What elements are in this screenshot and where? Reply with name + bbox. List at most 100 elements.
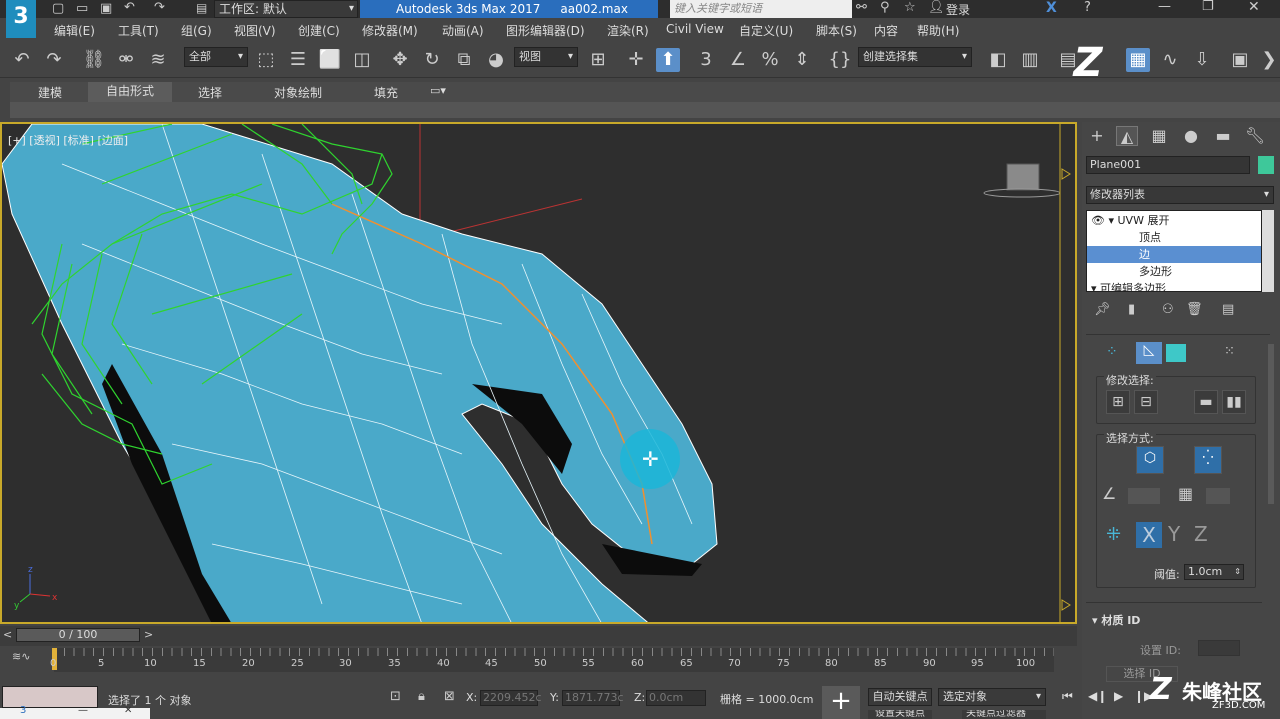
login-link[interactable]: 登录 <box>946 1 970 18</box>
edit-named-selection-icon[interactable]: {} <box>828 48 852 72</box>
angle-value-field[interactable] <box>1128 488 1160 504</box>
angle-snap-icon[interactable]: ∠ <box>726 48 750 72</box>
paint-select-icon[interactable]: ▦ <box>1178 484 1193 503</box>
stack-scrollbar[interactable] <box>1262 210 1274 292</box>
tab-selection[interactable]: 选择 <box>198 84 222 101</box>
pivot-center-icon[interactable]: ⊞ <box>586 48 610 72</box>
object-name-field[interactable]: Plane001 <box>1086 156 1250 174</box>
viewport-perspective[interactable]: ✛ z x y [+] [透视] [标准] [边面] <box>0 122 1077 624</box>
redo-icon[interactable]: ↷ <box>42 48 66 72</box>
reference-coordinate-dropdown[interactable]: 视图 <box>514 47 578 67</box>
selection-filter-dropdown[interactable]: 全部 <box>184 47 248 67</box>
help-icon[interactable]: ? <box>1084 0 1091 15</box>
undo-icon[interactable]: ↶ <box>124 0 135 15</box>
expand-icon[interactable]: ▾ <box>1108 214 1114 227</box>
close-icon[interactable]: ✕ <box>1248 0 1260 15</box>
curve-editor-icon[interactable]: ∿ <box>1158 48 1182 72</box>
modify-tab-icon[interactable]: ◭ <box>1116 126 1138 146</box>
keyboard-shortcut-override-icon[interactable]: ⬆ <box>656 48 680 72</box>
x-coord-field[interactable]: 2209.452c <box>480 690 542 706</box>
time-slider[interactable]: 0 / 100 <box>16 628 140 642</box>
taskbar-window-preview[interactable]: 3 — ✕ <box>0 705 150 719</box>
shrink-selection-icon[interactable]: ⊟ <box>1134 390 1158 414</box>
exchange-icon[interactable]: X <box>1046 0 1057 16</box>
new-file-icon[interactable]: ▢ <box>52 1 64 16</box>
star-icon[interactable]: ☆ <box>904 0 916 15</box>
viewport-label[interactable]: [+] [透视] [标准] [边面] <box>8 132 128 148</box>
scale-icon[interactable]: ⧉ <box>452 48 476 72</box>
spinner-snap-icon[interactable]: ⇕ <box>790 48 814 72</box>
menu-edit[interactable]: 编辑(E) <box>54 22 95 39</box>
ring-selection-icon[interactable]: ▮▮ <box>1222 390 1246 414</box>
display-tab-icon[interactable]: ▬ <box>1212 126 1234 146</box>
paint-size-field[interactable] <box>1206 488 1230 504</box>
select-manipulate-icon[interactable]: ✛ <box>624 48 648 72</box>
search-input[interactable]: 键入关键字或短语 <box>670 0 852 18</box>
select-by-element-icon[interactable]: ⬡ <box>1136 446 1164 474</box>
stack-item-uvw-unwrap[interactable]: 👁︎ ▾ UVW 展开 <box>1087 212 1261 229</box>
bind-spacewarp-icon[interactable]: ≋ <box>146 48 170 72</box>
next-frame-icon[interactable]: > <box>144 628 153 641</box>
menu-modifiers[interactable]: 修改器(M) <box>362 22 418 39</box>
rotate-icon[interactable]: ↻ <box>420 48 444 72</box>
pin-stack-icon[interactable]: 📌︎ <box>1094 302 1111 317</box>
link-icon[interactable]: ⛓ <box>82 48 106 72</box>
material-id-rollout[interactable]: ▾ 材质 ID <box>1092 612 1140 628</box>
auto-key-button[interactable]: 自动关键点 <box>868 688 932 706</box>
menu-create[interactable]: 创建(C) <box>298 22 340 39</box>
menu-views[interactable]: 视图(V) <box>234 22 276 39</box>
stack-item-editable-poly[interactable]: ▾ 可编辑多边形 <box>1087 280 1261 291</box>
eye-icon[interactable]: 👁︎ <box>1091 214 1105 227</box>
schematic-view-icon[interactable]: ⇩ <box>1190 48 1214 72</box>
set-key-button[interactable]: 设置关键点 <box>868 710 932 719</box>
mirror-icon[interactable]: ◧ <box>986 48 1010 72</box>
placement-icon[interactable]: ◕ <box>484 48 508 72</box>
save-icon[interactable]: ▣ <box>100 1 112 16</box>
percent-snap-icon[interactable]: % <box>758 48 782 72</box>
object-color-swatch[interactable] <box>1258 156 1274 174</box>
tab-modeling[interactable]: 建模 <box>38 84 62 101</box>
key-filters-button[interactable]: 关键点过滤器 <box>962 710 1046 719</box>
menu-group[interactable]: 组(G) <box>181 22 212 39</box>
restore-icon[interactable]: ❐ <box>1202 0 1214 14</box>
menu-rendering[interactable]: 渲染(R) <box>607 22 649 39</box>
motion-tab-icon[interactable]: ● <box>1180 126 1202 146</box>
workspace-dropdown[interactable]: 工作区: 默认 ▾ <box>214 0 358 18</box>
menu-scripting[interactable]: 脚本(S) <box>816 22 857 39</box>
minimize-icon[interactable]: — <box>1158 0 1171 14</box>
threshold-spinner[interactable]: 1.0cm ⇕ <box>1184 564 1244 580</box>
select-by-angle-icon[interactable]: ∠ <box>1102 484 1116 503</box>
utilities-tab-icon[interactable]: 🔧︎ <box>1244 126 1266 146</box>
y-coord-field[interactable]: 1871.773c <box>562 690 624 706</box>
go-to-start-icon[interactable]: ⏮ <box>1062 689 1073 704</box>
menu-content[interactable]: 内容 <box>874 22 898 39</box>
more-tools-icon[interactable]: ❯ <box>1260 48 1278 72</box>
x-axis-toggle-icon[interactable]: X <box>1136 522 1162 548</box>
menu-graph-editors[interactable]: 图形编辑器(D) <box>506 22 585 39</box>
scene-explorer-icon[interactable]: ▦ <box>1126 48 1150 72</box>
redo-icon[interactable]: ↷ <box>154 0 165 15</box>
pin-icon[interactable]: ⚲ <box>880 0 890 15</box>
stack-item-polygon[interactable]: 多边形 <box>1087 263 1261 280</box>
select-edge-icon[interactable]: ◺ <box>1136 342 1162 364</box>
ignore-backfacing-icon[interactable]: ⁛ <box>1194 446 1222 474</box>
material-editor-icon[interactable]: ▣ <box>1228 48 1252 72</box>
unlink-icon[interactable]: ⚮ <box>114 48 138 72</box>
menu-civil-view[interactable]: Civil View <box>666 22 724 36</box>
isolate-selection-icon[interactable]: ⊡ <box>390 689 401 704</box>
select-polygon-icon[interactable] <box>1166 344 1186 362</box>
modifier-list-dropdown[interactable]: 修改器列表 ▾ <box>1086 186 1274 204</box>
binoculars-icon[interactable]: ⚯ <box>856 0 867 15</box>
absolute-mode-icon[interactable]: ⊠ <box>444 689 455 704</box>
hierarchy-tab-icon[interactable]: ▦ <box>1148 126 1170 146</box>
tab-populate[interactable]: 填充 <box>374 84 398 101</box>
named-selection-dropdown[interactable]: 创建选择集 <box>858 47 972 67</box>
snaps-toggle-icon[interactable]: 3 <box>694 48 718 72</box>
open-file-icon[interactable]: ▭ <box>76 1 88 16</box>
loop-selection-icon[interactable]: ▬ <box>1194 390 1218 414</box>
expand-icon[interactable]: ▾ <box>1091 282 1097 291</box>
menu-help[interactable]: 帮助(H) <box>917 22 959 39</box>
minimize-icon[interactable]: — <box>78 705 88 716</box>
configure-modifier-sets-icon[interactable]: ▤ <box>1222 302 1234 317</box>
app-logo[interactable]: 3 <box>6 0 36 38</box>
